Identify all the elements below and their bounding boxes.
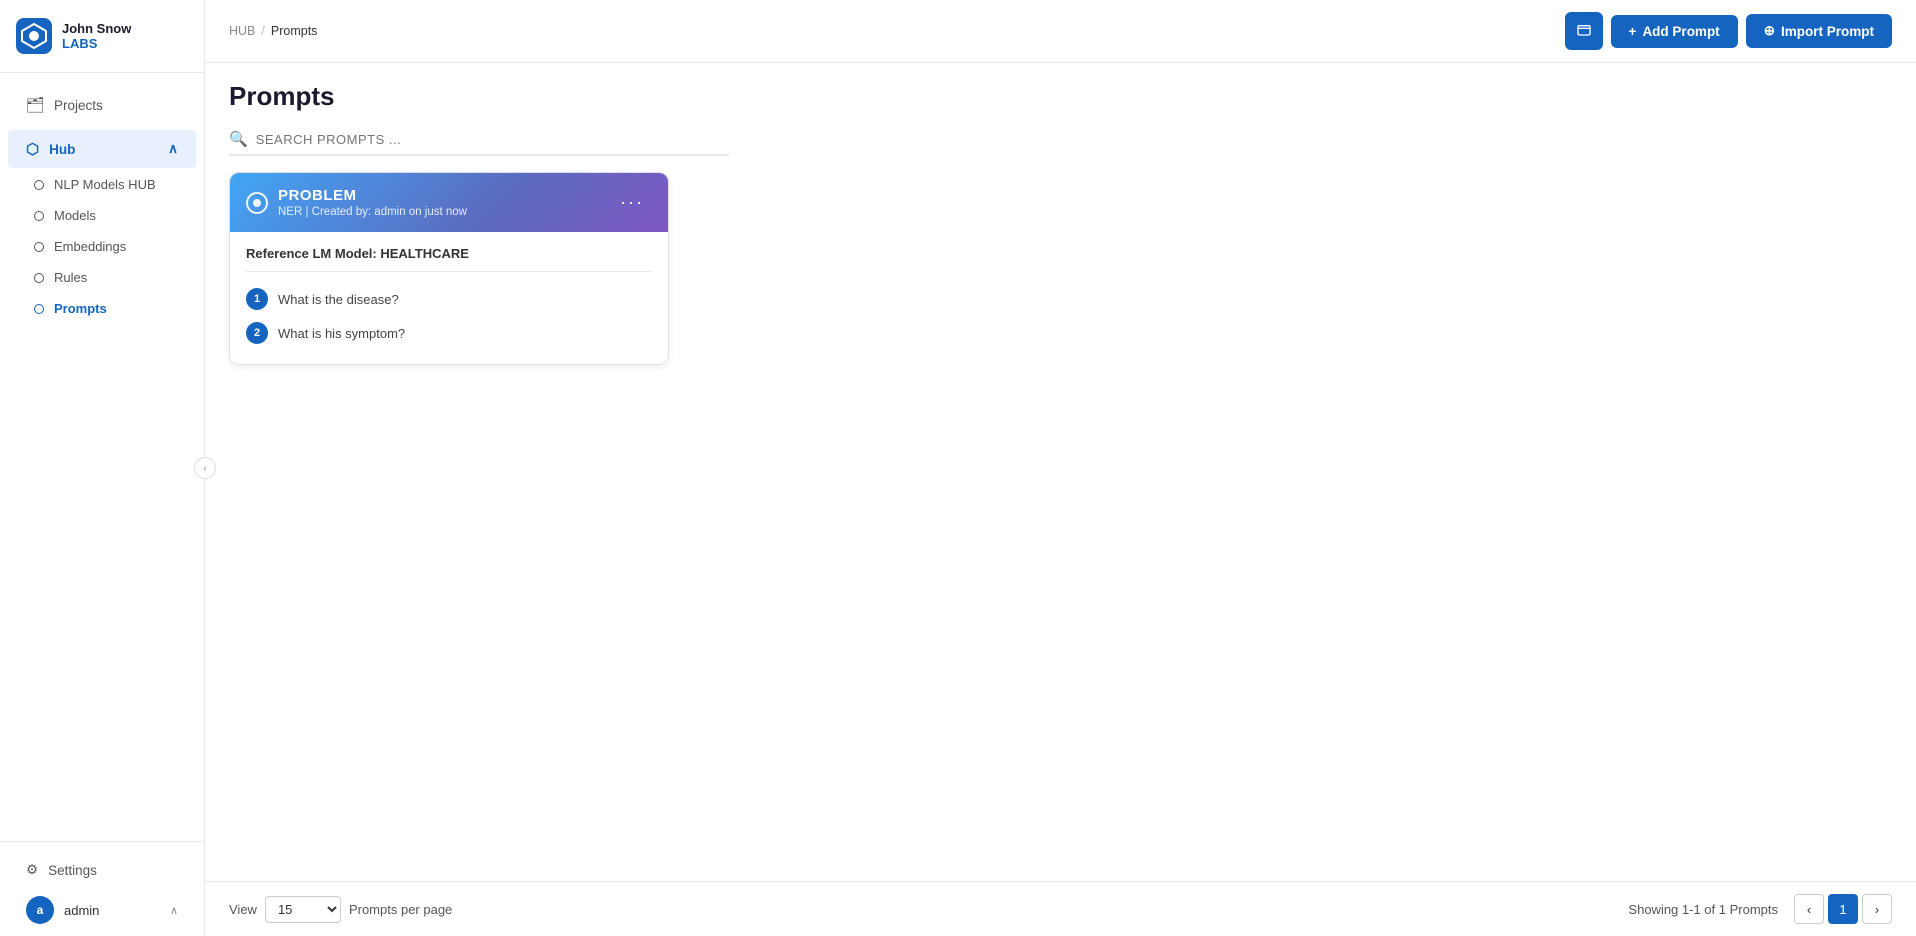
sidebar-item-settings[interactable]: ⚙ Settings (16, 854, 188, 886)
prompt-more-button[interactable]: ··· (612, 188, 652, 217)
page-footer: View 15 25 50 100 Prompts per page Showi… (205, 881, 1916, 936)
prompt-card-body: Reference LM Model: HEALTHCARE 1 What is… (230, 232, 668, 364)
sidebar-item-prompts-label: Prompts (54, 301, 107, 316)
per-page-select[interactable]: 15 25 50 100 (265, 896, 341, 923)
sidebar-item-rules-label: Rules (54, 270, 87, 285)
sidebar-item-models-label: Models (54, 208, 96, 223)
pagination-page-1[interactable]: 1 (1828, 894, 1858, 924)
prompt-meta: NER | Created by: admin on just now (278, 206, 467, 218)
projects-icon: 🗂 (26, 96, 44, 114)
hub-icon: ⬡ (26, 140, 39, 158)
user-avatar: a (26, 896, 54, 924)
sidebar-collapse-button[interactable]: ‹ (194, 457, 216, 479)
prompt-circle-icon (246, 192, 268, 214)
search-bar: 🔍 (205, 124, 1916, 172)
user-name: admin (64, 903, 160, 918)
sidebar-item-rules[interactable]: Rules (16, 262, 204, 293)
import-prompt-button[interactable]: ⊕ Import Prompt (1746, 14, 1892, 48)
share-icon (1576, 23, 1592, 39)
prompt-title-meta: PROBLEM NER | Created by: admin on just … (278, 187, 467, 218)
pagination-prev[interactable]: ‹ (1794, 894, 1824, 924)
logo-icon (16, 18, 52, 54)
page-header: Prompts (205, 63, 1916, 124)
sidebar-nav: 🗂 Projects ⬡ Hub ∧ NLP Models HUB Models (0, 73, 204, 841)
sidebar-item-models[interactable]: Models (16, 200, 204, 231)
sidebar-item-hub-label: Hub (49, 142, 75, 157)
breadcrumb: HUB / Prompts (229, 24, 317, 38)
add-prompt-icon: + (1629, 24, 1637, 39)
sidebar-item-projects[interactable]: 🗂 Projects (8, 86, 196, 124)
hub-section: ⬡ Hub ∧ NLP Models HUB Models Embeddings… (0, 125, 204, 328)
import-prompt-icon: ⊕ (1764, 23, 1775, 39)
breadcrumb-hub[interactable]: HUB (229, 24, 255, 38)
sidebar-item-embeddings[interactable]: Embeddings (16, 231, 204, 262)
add-prompt-button[interactable]: + Add Prompt (1611, 15, 1738, 48)
sidebar-item-prompts[interactable]: Prompts (16, 293, 204, 324)
user-section[interactable]: a admin ∧ (16, 886, 188, 924)
prompt-ref-model: Reference LM Model: HEALTHCARE (246, 246, 652, 272)
prompt-inner-dot (253, 199, 261, 207)
settings-label: Settings (48, 863, 97, 878)
sidebar-item-projects-label: Projects (54, 98, 103, 113)
sidebar-item-embeddings-label: Embeddings (54, 239, 126, 254)
view-section: View 15 25 50 100 Prompts per page (229, 896, 452, 923)
question-num-2: 2 (246, 322, 268, 344)
search-input[interactable] (256, 132, 556, 147)
pagination: ‹ 1 › (1794, 894, 1892, 924)
hub-collapse-icon: ∧ (168, 141, 178, 157)
sidebar-item-nlp-models-hub[interactable]: NLP Models HUB (16, 169, 204, 200)
content-area: PROBLEM NER | Created by: admin on just … (205, 172, 1916, 881)
search-input-wrap: 🔍 (229, 124, 729, 156)
sidebar-bottom: ⚙ Settings a admin ∧ (0, 841, 204, 936)
view-label: View (229, 902, 257, 917)
share-button[interactable] (1565, 12, 1603, 50)
prompt-question-2: 2 What is his symptom? (246, 316, 652, 350)
prompt-card-title-group: PROBLEM NER | Created by: admin on just … (246, 187, 467, 218)
add-prompt-label: Add Prompt (1642, 24, 1719, 39)
prompt-title: PROBLEM (278, 187, 467, 204)
prompt-card: PROBLEM NER | Created by: admin on just … (229, 172, 669, 365)
logo: John Snow LABS (0, 0, 204, 73)
per-page-label: Prompts per page (349, 902, 452, 917)
showing-text: Showing 1-1 of 1 Prompts (1628, 902, 1778, 917)
import-prompt-label: Import Prompt (1781, 24, 1874, 39)
search-icon: 🔍 (229, 130, 248, 148)
page-title: Prompts (229, 81, 1892, 112)
settings-icon: ⚙ (26, 862, 38, 878)
sidebar-item-nlp-models-hub-label: NLP Models HUB (54, 177, 156, 192)
prompt-question-1: 1 What is the disease? (246, 282, 652, 316)
hub-subnav: NLP Models HUB Models Embeddings Rules P… (0, 169, 204, 324)
prompt-card-header: PROBLEM NER | Created by: admin on just … (230, 173, 668, 232)
sidebar: John Snow LABS 🗂 Projects ⬡ Hub ∧ NLP Mo… (0, 0, 205, 936)
logo-text: John Snow LABS (62, 21, 131, 51)
user-chevron-icon: ∧ (170, 904, 178, 917)
question-text-1: What is the disease? (278, 292, 399, 307)
question-num-1: 1 (246, 288, 268, 310)
breadcrumb-current: Prompts (271, 24, 318, 38)
breadcrumb-separator: / (261, 24, 264, 38)
top-actions: + Add Prompt ⊕ Import Prompt (1565, 12, 1892, 50)
main-content: HUB / Prompts + Add Prompt ⊕ Import Prom… (205, 0, 1916, 936)
sidebar-item-hub[interactable]: ⬡ Hub ∧ (8, 130, 196, 168)
question-text-2: What is his symptom? (278, 326, 405, 341)
pagination-section: Showing 1-1 of 1 Prompts ‹ 1 › (1628, 894, 1892, 924)
pagination-next[interactable]: › (1862, 894, 1892, 924)
top-bar: HUB / Prompts + Add Prompt ⊕ Import Prom… (205, 0, 1916, 63)
